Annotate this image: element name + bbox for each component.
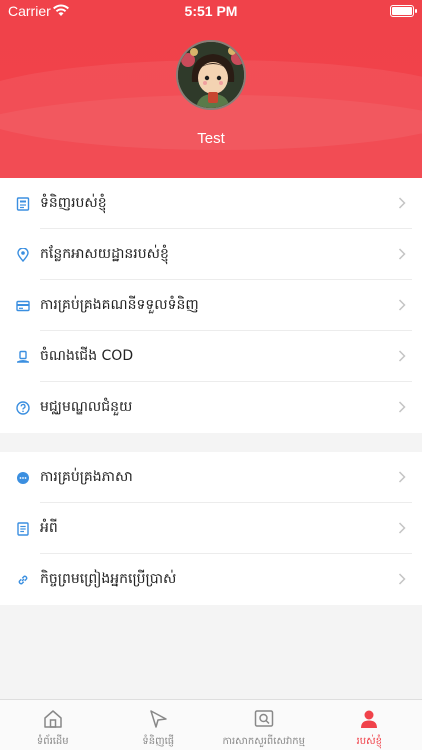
- tab-send[interactable]: ទំនិញផ្ញើ: [106, 700, 212, 750]
- menu-item-label: ការគ្រប់គ្រងគណនីទទួលទំនិញ: [40, 297, 199, 313]
- menu-item-my-orders[interactable]: ទំនិញរបស់ខ្ញុំ: [0, 178, 422, 229]
- menu-item-cod[interactable]: ចំណងជើង COD: [0, 331, 422, 382]
- profile-icon: [361, 710, 378, 728]
- search-icon: [254, 710, 273, 727]
- menu-group-settings: ការគ្រប់គ្រងភាសា អំពី កិច្ចព្រមព្រៀងអ្នក…: [0, 452, 422, 605]
- battery-icon: [390, 5, 417, 17]
- menu-item-label: ការគ្រប់គ្រងភាសា: [40, 469, 133, 485]
- tab-service-inquiry[interactable]: ការសាកសួរពីសេវាកម្ម: [211, 700, 317, 750]
- menu-item-label: ចំណងជើង COD: [40, 348, 134, 364]
- chevron-right-icon: [398, 197, 406, 209]
- chevron-right-icon: [398, 248, 406, 260]
- menu-item-language[interactable]: ការគ្រប់គ្រងភាសា: [0, 452, 422, 503]
- menu-item-label: កិច្ចព្រមព្រៀងអ្នកប្រើប្រាស់: [40, 571, 177, 587]
- tab-label: ការសាកសួរពីសេវាកម្ម: [222, 736, 306, 747]
- language-chat-icon: [16, 471, 30, 485]
- profile-header: Carrier 5:51 PM Test: [0, 0, 422, 178]
- menu-group-account: ទំនិញរបស់ខ្ញុំ កន្លែកអាសយដ្ឋានរបស់ខ្ញុំ …: [0, 178, 422, 433]
- menu-item-about[interactable]: អំពី: [0, 503, 422, 554]
- chevron-right-icon: [398, 401, 406, 413]
- menu-item-label: អំពី: [40, 520, 58, 536]
- help-icon: [16, 400, 30, 415]
- tab-my-account[interactable]: របស់ខ្ញុំ: [317, 700, 422, 750]
- location-pin-icon: [16, 247, 30, 262]
- home-icon: [44, 710, 62, 728]
- menu-item-label: ទំនិញរបស់ខ្ញុំ: [40, 195, 107, 211]
- tab-bar: ទំព័រដើម ទំនិញផ្ញើ ការសាកសួរពីសេវាកម្ម រ…: [0, 699, 422, 750]
- chevron-right-icon: [398, 573, 406, 585]
- send-icon: [150, 710, 167, 728]
- orders-icon: [16, 196, 30, 211]
- menu-item-label: កន្លែកអាសយដ្ឋានរបស់ខ្ញុំ: [40, 246, 169, 262]
- tab-label: របស់ខ្ញុំ: [356, 736, 382, 747]
- menu-item-user-agreement[interactable]: កិច្ចព្រមព្រៀងអ្នកប្រើប្រាស់: [0, 554, 422, 605]
- tab-label: ទំព័រដើម: [36, 736, 69, 747]
- menu-item-help-center[interactable]: មជ្ឈមណ្ឌលជំនួយ: [0, 382, 422, 433]
- menu-item-receiving-accounts[interactable]: ការគ្រប់គ្រងគណនីទទួលទំនិញ: [0, 280, 422, 331]
- clock: 5:51 PM: [184, 3, 238, 19]
- account-card-icon: [16, 299, 30, 313]
- about-document-icon: [16, 521, 30, 536]
- link-icon: [16, 573, 30, 587]
- avatar[interactable]: [176, 40, 246, 110]
- menu-item-label: មជ្ឈមណ្ឌលជំនួយ: [40, 399, 133, 415]
- status-bar: Carrier 5:51 PM: [0, 0, 422, 24]
- chevron-right-icon: [398, 350, 406, 362]
- chevron-right-icon: [398, 522, 406, 534]
- chevron-right-icon: [398, 299, 406, 311]
- menu-item-my-address[interactable]: កន្លែកអាសយដ្ឋានរបស់ខ្ញុំ: [0, 229, 422, 280]
- tab-home[interactable]: ទំព័រដើម: [0, 700, 106, 750]
- chevron-right-icon: [398, 471, 406, 483]
- username: Test: [197, 130, 225, 147]
- tab-label: ទំនិញផ្ញើ: [142, 736, 175, 747]
- cod-hat-icon: [16, 350, 30, 364]
